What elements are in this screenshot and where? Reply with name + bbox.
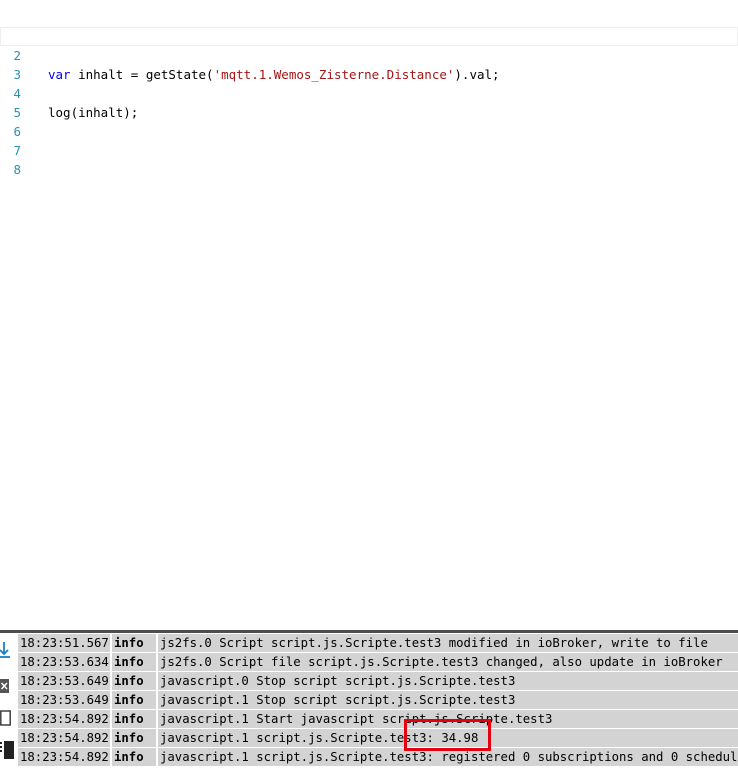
code-line[interactable]: 1 [0, 8, 738, 44]
log-message: javascript.1 script.js.Scripte.test3: 34… [158, 729, 738, 747]
line-number: 8 [13, 162, 21, 177]
log-severity: info [112, 729, 156, 747]
log-time: 18:23:53.649 [18, 691, 110, 709]
log-row[interactable]: 18:23:51.567 info js2fs.0 Script script.… [18, 634, 738, 652]
log-severity: info [112, 691, 156, 709]
log-message: javascript.0 Stop script script.js.Scrip… [158, 672, 738, 690]
code-line[interactable]: 6 [0, 103, 738, 139]
code-line[interactable]: 5 [0, 84, 738, 120]
log-toolbar [0, 633, 14, 768]
log-row[interactable]: 18:23:53.634 info js2fs.0 Script file sc… [18, 653, 738, 671]
script-editor-window: 1 2 var inhalt = getState('mqtt.1.Wemos_… [0, 0, 738, 768]
code-editor[interactable]: 1 2 var inhalt = getState('mqtt.1.Wemos_… [0, 0, 738, 632]
code-line[interactable]: 4 log(inhalt); [0, 65, 738, 120]
code-line[interactable]: 7 [0, 122, 738, 158]
clear-icon [0, 678, 9, 697]
log-time: 18:23:51.567 [18, 634, 110, 652]
download-icon [0, 642, 12, 662]
log-row[interactable]: 18:23:53.649 info javascript.1 Stop scri… [18, 691, 738, 709]
log-severity: info [112, 710, 156, 728]
copy-log-button[interactable] [0, 710, 14, 730]
log-time: 18:23:53.649 [18, 672, 110, 690]
log-row[interactable]: 18:23:53.649 info javascript.0 Stop scri… [18, 672, 738, 690]
code-line[interactable]: 3 [0, 46, 738, 82]
log-severity: info [112, 672, 156, 690]
log-list: 18:23:51.567 info js2fs.0 Script script.… [18, 634, 738, 767]
dark-mode-icon [0, 741, 14, 763]
code-line[interactable]: 8 [0, 141, 738, 177]
log-time: 18:23:54.892 [18, 748, 110, 766]
clear-log-button[interactable] [0, 678, 14, 696]
log-panel: 18:23:51.567 info js2fs.0 Script script.… [0, 630, 738, 768]
log-message: javascript.1 script.js.Scripte.test3: re… [158, 748, 738, 766]
log-time: 18:23:54.892 [18, 710, 110, 728]
log-message: javascript.1 Stop script script.js.Scrip… [158, 691, 738, 709]
log-message: js2fs.0 Script script.js.Scripte.test3 m… [158, 634, 738, 652]
log-time: 18:23:54.892 [18, 729, 110, 747]
log-severity: info [112, 653, 156, 671]
code-line-current[interactable]: 2 var inhalt = getState('mqtt.1.Wemos_Zi… [0, 27, 738, 82]
log-message: js2fs.0 Script file script.js.Scripte.te… [158, 653, 738, 671]
copy-icon [0, 710, 11, 730]
log-row[interactable]: 18:23:54.892 info javascript.1 Start jav… [18, 710, 738, 728]
download-log-button[interactable] [0, 642, 14, 662]
log-severity: info [112, 748, 156, 766]
dark-mode-button[interactable] [0, 741, 14, 763]
log-row[interactable]: 18:23:54.892 info javascript.1 script.js… [18, 729, 738, 747]
log-message: javascript.1 Start javascript script.js.… [158, 710, 738, 728]
log-severity: info [112, 634, 156, 652]
log-row[interactable]: 18:23:54.892 info javascript.1 script.js… [18, 748, 738, 766]
log-time: 18:23:53.634 [18, 653, 110, 671]
